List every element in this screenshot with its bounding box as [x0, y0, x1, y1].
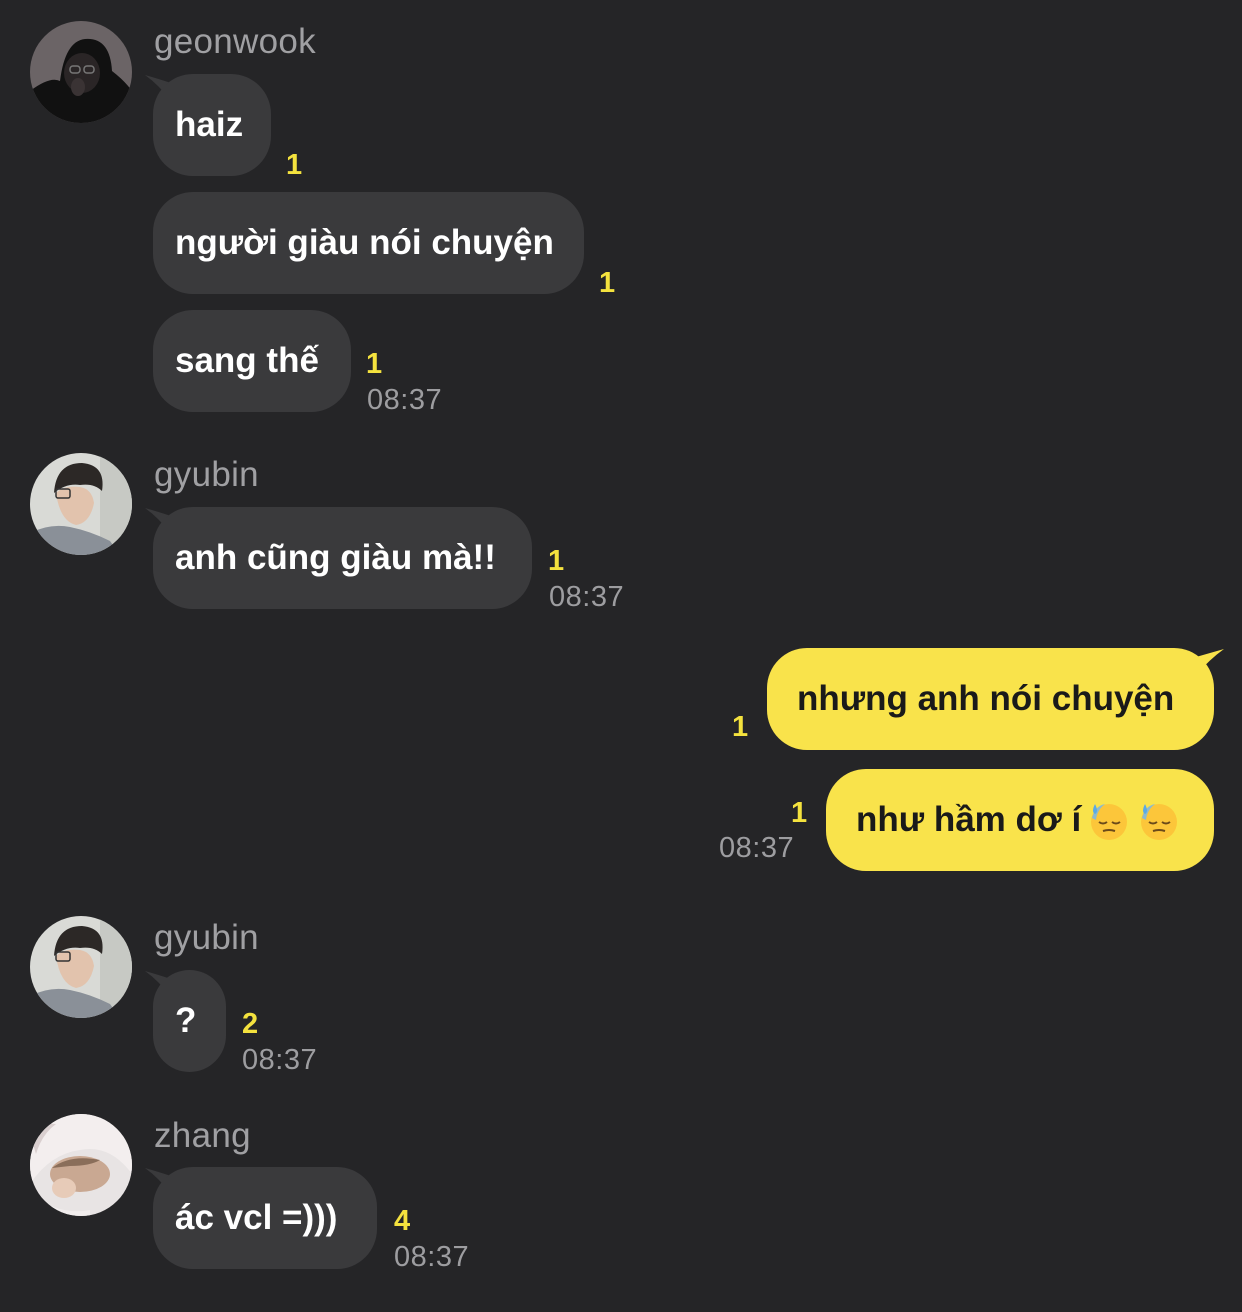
avatar-zhang[interactable]	[30, 1114, 132, 1216]
avatar-gyubin[interactable]	[30, 453, 132, 555]
message-bubble-outgoing[interactable]: như hầm dơ í	[826, 769, 1214, 871]
message-text: sang thế	[175, 341, 319, 380]
unread-count: 4	[394, 1205, 411, 1237]
sender-name: geonwook	[154, 22, 316, 61]
message-bubble-outgoing[interactable]: nhưng anh nói chuyện	[767, 648, 1214, 750]
sender-name: gyubin	[154, 918, 259, 957]
message-text: ?	[175, 1001, 197, 1040]
unread-count: 1	[548, 545, 565, 577]
message-timestamp: 08:37	[549, 581, 625, 613]
message-text: như hầm dơ í	[856, 800, 1082, 839]
unread-count: 1	[732, 711, 749, 743]
message-bubble[interactable]: haiz	[153, 74, 271, 176]
message-bubble[interactable]: ác vcl =)))	[153, 1167, 377, 1269]
message-bubble[interactable]: ?	[153, 970, 226, 1072]
message-timestamp: 08:37	[719, 832, 795, 864]
avatar-geonwook[interactable]	[30, 21, 132, 123]
avatar-gyubin[interactable]	[30, 916, 132, 1018]
message-bubble[interactable]: sang thế	[153, 310, 351, 412]
message-timestamp: 08:37	[394, 1241, 470, 1273]
message-text: ác vcl =)))	[175, 1198, 338, 1237]
message-text: haiz	[175, 105, 244, 144]
message-text: anh cũng giàu mà!!	[175, 538, 496, 577]
message-timestamp: 08:37	[367, 384, 443, 416]
message-timestamp: 08:37	[242, 1044, 318, 1076]
unread-count: 1	[286, 149, 303, 181]
unread-count: 1	[366, 348, 383, 380]
message-text: người giàu nói chuyện	[175, 223, 554, 262]
bubble-tail	[1196, 649, 1224, 675]
unread-count: 1	[791, 797, 808, 829]
sender-name: zhang	[154, 1116, 251, 1155]
message-bubble[interactable]: người giàu nói chuyện	[153, 192, 584, 294]
downcast-face-with-sweat-icon	[1137, 798, 1181, 842]
unread-count: 1	[599, 267, 616, 299]
sender-name: gyubin	[154, 455, 259, 494]
downcast-face-with-sweat-icon	[1087, 798, 1131, 842]
unread-count: 2	[242, 1008, 259, 1040]
message-text: nhưng anh nói chuyện	[797, 679, 1175, 718]
message-bubble[interactable]: anh cũng giàu mà!!	[153, 507, 532, 609]
